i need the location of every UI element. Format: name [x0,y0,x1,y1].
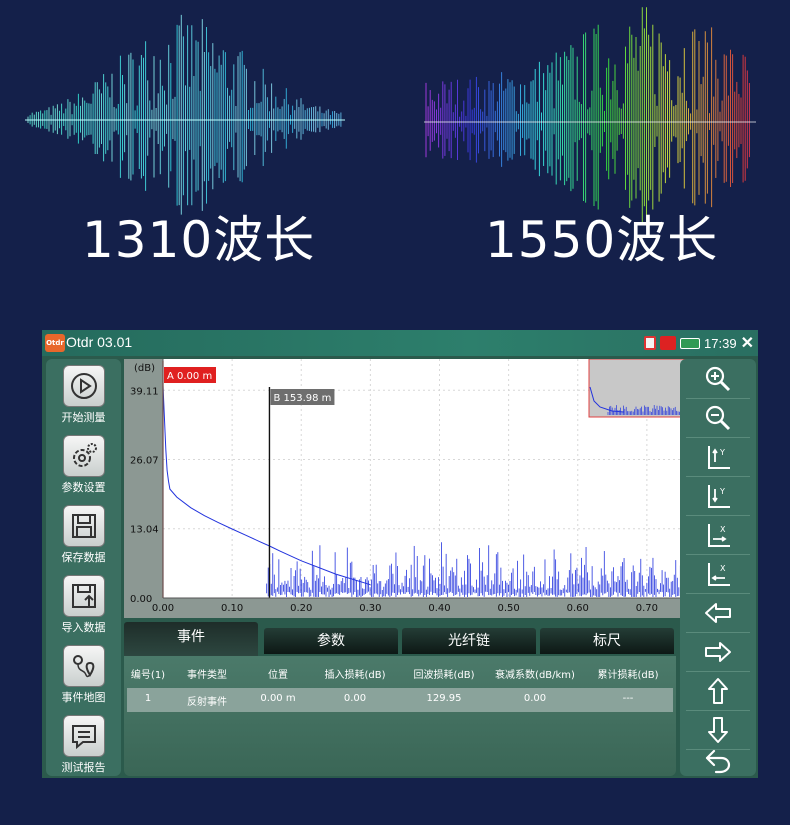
y-tick-label: 13.04 [130,525,159,536]
column-header: 编号(1) [130,670,166,681]
svg-text:Y: Y [719,448,725,457]
table-cell: 129.95 [426,693,462,704]
x-tick-label: 0.30 [359,603,381,614]
table-cell: 0.00 m [260,693,296,704]
result-tabs: 事件 参数 光纤链 标尺 [124,620,678,656]
no-signal-icon [660,336,677,350]
otdr-screen: Otdr Otdr 03.01 17:39 ✕ 开始测量 参数设置 保存数据 导… [42,330,758,778]
zoom-in-icon[interactable] [700,361,736,397]
play-icon [62,365,105,407]
tab-events[interactable]: 事件 [124,622,258,656]
sidebar-item-label: 保存数据 [61,551,106,564]
import-data-button[interactable]: 导入数据 [46,571,121,639]
cursor-a-label: A 0.00 m [167,371,212,382]
wavelength-1550-title: 1550波长 [485,211,719,269]
x-tick-label: 0.10 [221,603,243,614]
svg-text:X: X [720,525,726,534]
settings-button[interactable]: 参数设置 [46,431,121,499]
zoom-out-icon[interactable] [700,400,736,436]
table-cell: 1 [144,693,152,704]
sidebar-item-label: 事件地图 [61,691,106,704]
sidebar-item-label: 开始测量 [61,411,106,424]
arrow-left-icon[interactable] [700,595,736,631]
y-compress-icon[interactable]: Y [700,478,736,514]
left-sidebar: 开始测量 参数设置 保存数据 导入数据 事件地图 测试报告 [46,359,121,776]
status-time: 17:39 [704,335,737,351]
save-data-button[interactable]: 保存数据 [46,501,121,569]
close-icon[interactable]: ✕ [741,333,754,353]
test-report-button[interactable]: 测试报告 [46,711,121,778]
otdr-trace-chart[interactable]: A 0.00 m B 153.98 m (dB) 39.11 26.07 13.04 0.0… [124,359,718,618]
svg-text:X: X [720,564,726,573]
battery-icon [680,337,701,349]
save-icon [62,505,105,547]
gear-icon [62,435,105,477]
import-icon [62,575,105,617]
y-tick-label: 0.00 [130,594,152,605]
table-cell: 反射事件 [187,697,227,708]
app-logo: Otdr [45,334,65,352]
sd-card-icon [644,336,657,350]
map-pin-icon [62,645,105,687]
column-header: 插入损耗(dB) [324,670,386,681]
y-tick-label: 39.11 [130,386,159,397]
events-table: 编号(1) 事件类型 位置 插入损耗(dB) 回波损耗(dB) 衰减系数(dB/… [124,656,676,776]
y-axis-label: (dB) [134,363,155,374]
sidebar-item-label: 导入数据 [61,621,106,634]
otdr-trace-panel: A 0.00 m B 153.98 m (dB) 39.11 26.07 13.04 0.0… [124,359,718,618]
column-header: 位置 [268,670,288,681]
wavelength-1310-title: 1310波长 [82,211,316,269]
column-header: 累计损耗(dB) [597,670,659,681]
column-header: 回波损耗(dB) [413,670,475,681]
event-map-button[interactable]: 事件地图 [46,641,121,709]
column-header: 事件类型 [187,670,227,681]
y-expand-icon[interactable]: Y [700,439,736,475]
table-row[interactable]: 1 反射事件 0.00 m 0.00 129.95 0.00 --- [127,688,673,712]
app-title: Otdr 03.01 [66,334,133,350]
x-expand-icon[interactable]: X [700,517,736,553]
table-cell: --- [622,693,634,704]
cursor-b-label: B 153.98 m [273,393,331,404]
x-tick-label: 0.40 [428,603,450,614]
column-header: 衰减系数(dB/km) [495,670,575,681]
x-compress-icon[interactable]: X [700,556,736,592]
start-measure-button[interactable]: 开始测量 [46,361,121,429]
x-tick-label: 0.50 [497,603,519,614]
tab-ruler[interactable]: 标尺 [540,628,674,654]
table-cell: 0.00 [523,693,547,704]
y-tick-label: 26.07 [130,456,159,467]
x-tick-label: 0.20 [290,603,312,614]
sidebar-item-label: 参数设置 [61,481,106,494]
table-header: 编号(1) 事件类型 位置 插入损耗(dB) 回波损耗(dB) 衰减系数(dB/… [124,666,676,684]
wave-1550-graphic [424,7,756,226]
x-tick-label: 0.70 [636,603,658,614]
tab-parameters[interactable]: 参数 [264,628,398,654]
wave-1310-graphic [25,14,345,215]
table-cell: 0.00 [343,693,367,704]
arrow-up-icon[interactable] [700,673,736,709]
undo-icon[interactable] [700,743,736,778]
right-toolbar: Y Y X X [680,359,756,776]
x-tick-label: 0.60 [567,603,589,614]
sidebar-item-label: 测试报告 [61,761,106,774]
tab-fiber-link[interactable]: 光纤链 [402,628,536,654]
x-tick-label: 0.00 [152,603,174,614]
arrow-right-icon[interactable] [700,634,736,670]
report-icon [62,715,105,757]
svg-text:Y: Y [719,487,725,496]
status-bar: Otdr Otdr 03.01 17:39 ✕ [42,330,758,356]
